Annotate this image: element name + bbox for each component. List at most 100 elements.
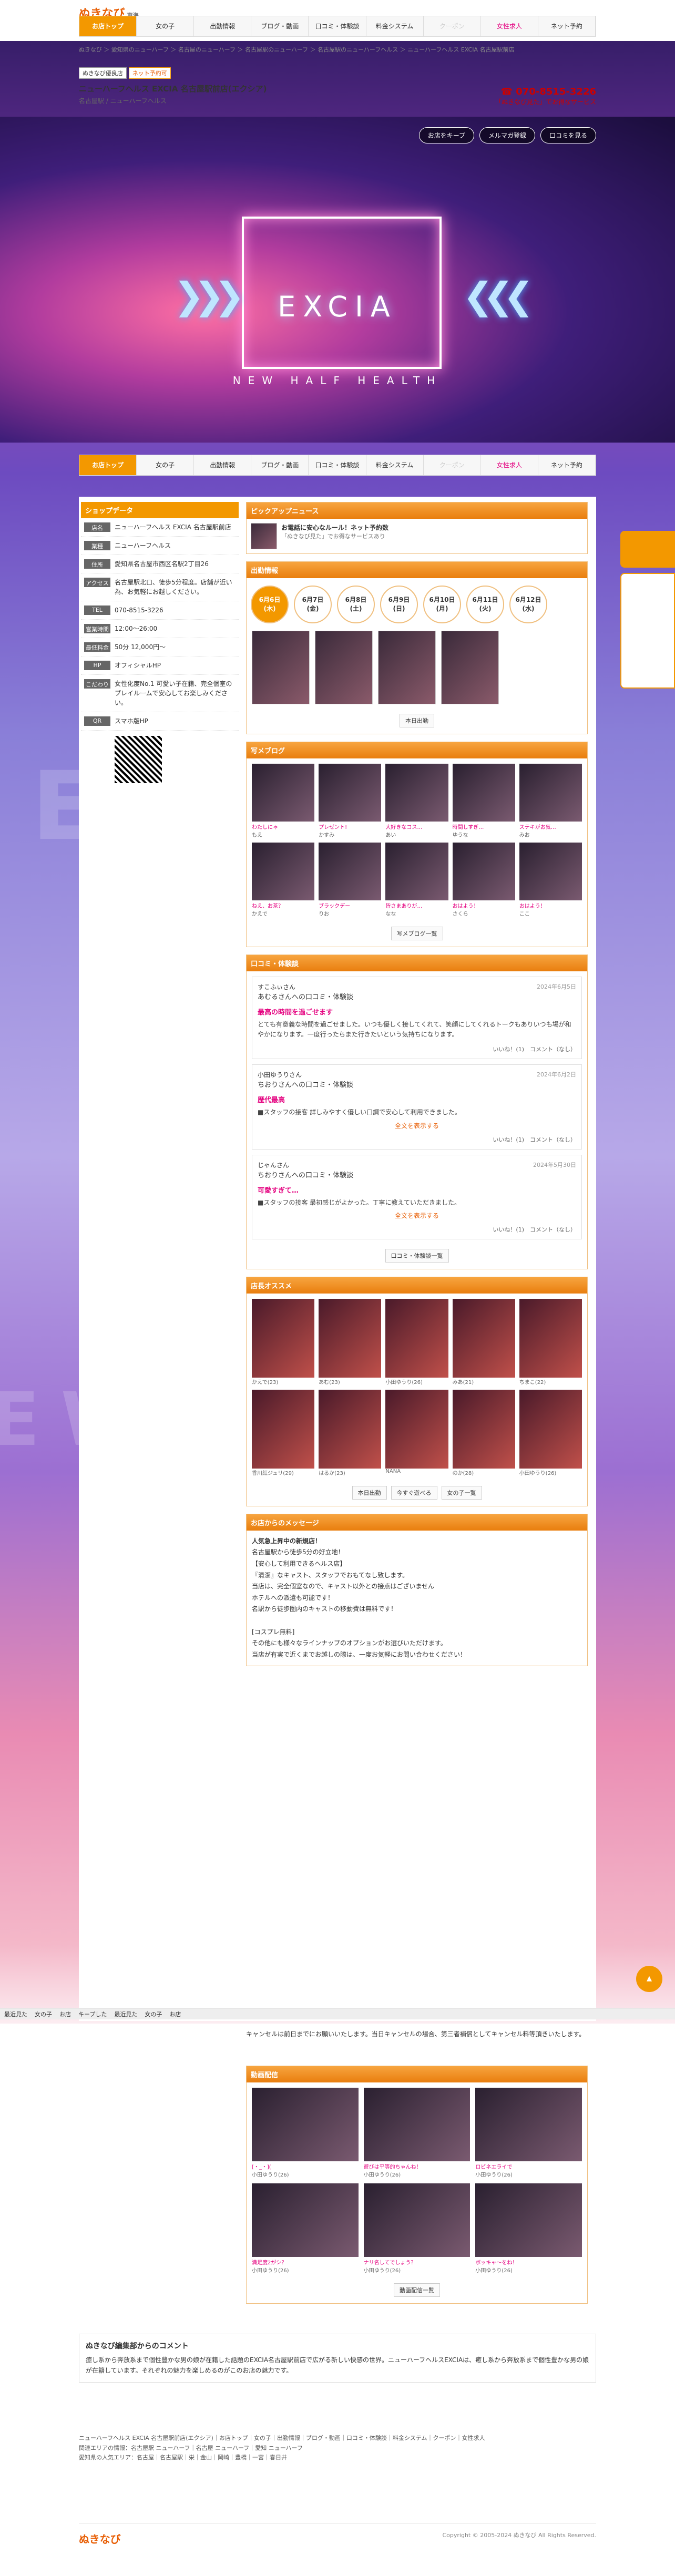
video-item[interactable]: 満足度2がシ？ 小田ゆうり(26) <box>252 2183 359 2274</box>
blog-item[interactable]: ステキがお気… みお <box>519 764 582 838</box>
girl-photo[interactable] <box>315 631 373 704</box>
schedule-days: 6月6日 (木) 6月7日 (金) 6月8日 (土) 6月9日 (日) 6月10日 (月) 6月11… <box>247 578 587 631</box>
blog-item[interactable]: ねえ、お茶？ かえで <box>252 843 315 917</box>
girls-list-button[interactable]: 女の子一覧 <box>441 1485 482 1500</box>
footer-logo[interactable]: ぬきなび <box>79 2533 121 2546</box>
blog-item[interactable]: おはよう！ さくら <box>452 843 515 917</box>
recommend-girl[interactable]: みあ(21) <box>452 1298 515 1386</box>
like-button[interactable]: いいね！(1) <box>493 1136 524 1143</box>
today-button[interactable]: 本日出勤 <box>352 1485 387 1500</box>
blog-item[interactable]: プレゼント! かすみ <box>319 764 382 838</box>
editor-text: 癒し系から奔放系まで個性豊かな男の娘が在籍した話題のEXCIA名古屋駅前店で広が… <box>86 2356 589 2374</box>
comment-button[interactable]: コメント（なし） <box>530 1136 576 1143</box>
sidebar-row: TEL 070-8515-3226 <box>81 601 239 620</box>
nav-item[interactable]: 口コミ・体験談 <box>309 455 366 475</box>
scroll-top-button[interactable]: ▲ <box>636 1966 662 1992</box>
recommend-girl[interactable]: 小田ゆうり(26) <box>385 1298 448 1386</box>
bottombar-item[interactable]: 最近見た <box>114 2010 137 2018</box>
schedule-day[interactable]: 6月8日 (土) <box>337 586 375 623</box>
nav-item[interactable]: 料金システム <box>366 16 424 36</box>
nav-item[interactable]: クーポン <box>424 16 481 36</box>
recommend-girl[interactable]: 小田ゆうり(26) <box>519 1389 582 1476</box>
cashback-banner[interactable] <box>620 573 675 689</box>
comment-button[interactable]: コメント（なし） <box>530 1046 576 1053</box>
bottombar-item[interactable]: お店 <box>169 2010 181 2018</box>
sidebar-value[interactable]: オフィシャルHP <box>115 661 236 670</box>
girl-photo[interactable] <box>252 631 310 704</box>
blog-item[interactable]: わたしにゃ もえ <box>252 764 315 838</box>
shop-info: ぬきなび優良店 ネット予約可 ニューハーフヘルス EXCIA 名古屋駅前店(エクシ… <box>79 67 596 115</box>
recommend-girl[interactable]: ちまこ(22) <box>519 1298 582 1386</box>
footer-related[interactable]: 関連エリアの情報：名古屋駅 ニューハーフ｜名古屋 ニューハーフ｜愛知 ニューハー… <box>79 2444 596 2454</box>
girl-photo[interactable] <box>378 631 436 704</box>
shop-tel[interactable]: ☎ 070-8515-3226 「ぬきなび見た」でお得なサービス <box>495 86 596 106</box>
schedule-day[interactable]: 6月6日 (木) <box>251 586 289 623</box>
bottombar-item[interactable]: 最近見た <box>4 2010 27 2018</box>
nav-item[interactable]: 女の子 <box>137 455 195 475</box>
like-button[interactable]: いいね！(1) <box>493 1046 524 1053</box>
footer-areas[interactable]: 愛知県の人気エリア：名古屋｜名古屋駅｜栄｜金山｜岡崎｜豊橋｜一宮｜春日井 <box>79 2453 596 2463</box>
nav-item[interactable]: 出勤情報 <box>194 455 252 475</box>
recommend-girl[interactable]: かえで(23) <box>252 1298 315 1386</box>
message-line: 名駅から徒歩圏内のキャストの移動費は無料です！ <box>252 1605 397 1613</box>
review-more-link[interactable]: 全文を表示する <box>258 1211 576 1220</box>
recommend-girl[interactable]: 香川紅ジュリ(29) <box>252 1389 315 1476</box>
bottombar-item[interactable]: キープした <box>78 2010 107 2018</box>
nav-item[interactable]: 出勤情報 <box>194 16 252 36</box>
nav-item[interactable]: お店トップ <box>79 16 137 36</box>
review-more-link[interactable]: 全文を表示する <box>258 1121 576 1130</box>
blog-item[interactable]: 皆さまありが… なな <box>385 843 448 917</box>
nav-item[interactable]: お店トップ <box>79 455 137 475</box>
like-button[interactable]: いいね！(1) <box>493 1226 524 1233</box>
net-reserve-banner[interactable] <box>620 531 675 568</box>
schedule-day[interactable]: 6月11日 (火) <box>466 586 504 623</box>
blog-item[interactable]: おはよう！ ここ <box>519 843 582 917</box>
reviews-list-button[interactable]: 口コミ・体験談一覧 <box>385 1248 449 1263</box>
video-item[interactable]: 遊びは平等的ちゃんね！ 小田ゆうり(26) <box>363 2088 471 2178</box>
keep-shop-button[interactable]: お店をキープ <box>418 127 474 143</box>
comment-button[interactable]: コメント（なし） <box>530 1226 576 1233</box>
video-item[interactable]: ロビネエライで 小田ゆうり(26) <box>475 2088 582 2178</box>
blog-item[interactable]: ブラックデー りお <box>319 843 382 917</box>
pickup-item[interactable]: お電話に安心なルール！ネット予約数 「ぬきなび見た」でお得なサービスあり <box>247 519 587 553</box>
bottombar-item[interactable]: 女の子 <box>145 2010 162 2018</box>
blog-item[interactable]: 大好きなコス… あい <box>385 764 448 838</box>
nav-item[interactable]: ネット予約 <box>538 16 596 36</box>
nav-item[interactable]: 女の子 <box>137 16 195 36</box>
video-item[interactable]: [・_・](小田ゆうり(26) <box>252 2088 359 2178</box>
bottom-bar: 最近見た 女の子 お店 キープした 最近見た 女の子 お店 <box>0 2008 675 2019</box>
recommend-girl[interactable]: のか(28) <box>452 1389 515 1476</box>
sidebar-key: QR <box>84 716 110 726</box>
available-now-button[interactable]: 今すぐ遊べる <box>391 1485 437 1500</box>
nav-item[interactable]: 女性求人 <box>481 455 538 475</box>
nav-item[interactable]: 女性求人 <box>481 16 538 36</box>
video-thumb <box>475 2088 582 2161</box>
schedule-day[interactable]: 6月9日 (日) <box>380 586 418 623</box>
nav-item[interactable]: 口コミ・体験談 <box>309 16 366 36</box>
recommend-girl[interactable]: はるか(23) <box>319 1389 382 1476</box>
nav-item[interactable]: ブログ・動画 <box>251 16 309 36</box>
nav-item[interactable]: 料金システム <box>366 455 424 475</box>
girl-photo[interactable] <box>441 631 499 704</box>
recommend-girl[interactable]: NANA <box>385 1389 448 1476</box>
video-item[interactable]: ナリ名してでしょう？ 小田ゆうり(26) <box>363 2183 471 2274</box>
nav-item[interactable]: ネット予約 <box>538 455 596 475</box>
bottombar-item[interactable]: 女の子 <box>35 2010 52 2018</box>
today-shift-button[interactable]: 本日出勤 <box>400 714 434 727</box>
blog-photo <box>452 843 515 900</box>
nav-item[interactable]: ブログ・動画 <box>251 455 309 475</box>
schedule-day[interactable]: 6月10日 (月) <box>423 586 461 623</box>
video-item[interactable]: ボッキャ〜をね！ 小田ゆうり(26) <box>475 2183 582 2274</box>
schedule-day[interactable]: 6月12日 (水) <box>509 586 547 623</box>
recommend-girl[interactable]: あむ(23) <box>319 1298 382 1386</box>
blog-item[interactable]: 時間しすぎ… ゆうな <box>452 764 515 838</box>
nav-item[interactable]: クーポン <box>424 455 481 475</box>
video-list-button[interactable]: 動画配信一覧 <box>394 2283 440 2297</box>
view-reviews-button[interactable]: 口コミを見る <box>540 127 596 143</box>
footer-breadcrumb[interactable]: ニューハーフヘルス EXCIA 名古屋駅前店(エクシア)｜お店トップ｜女の子｜出… <box>79 2434 596 2444</box>
mailmag-button[interactable]: メルマガ登録 <box>479 127 535 143</box>
schedule-day[interactable]: 6月7日 (金) <box>294 586 332 623</box>
message-line: 当店は、完全個室なので、キャスト以外との接点はございません <box>252 1583 435 1590</box>
bottombar-item[interactable]: お店 <box>59 2010 71 2018</box>
blog-list-button[interactable]: 写メブログ一覧 <box>391 927 443 940</box>
